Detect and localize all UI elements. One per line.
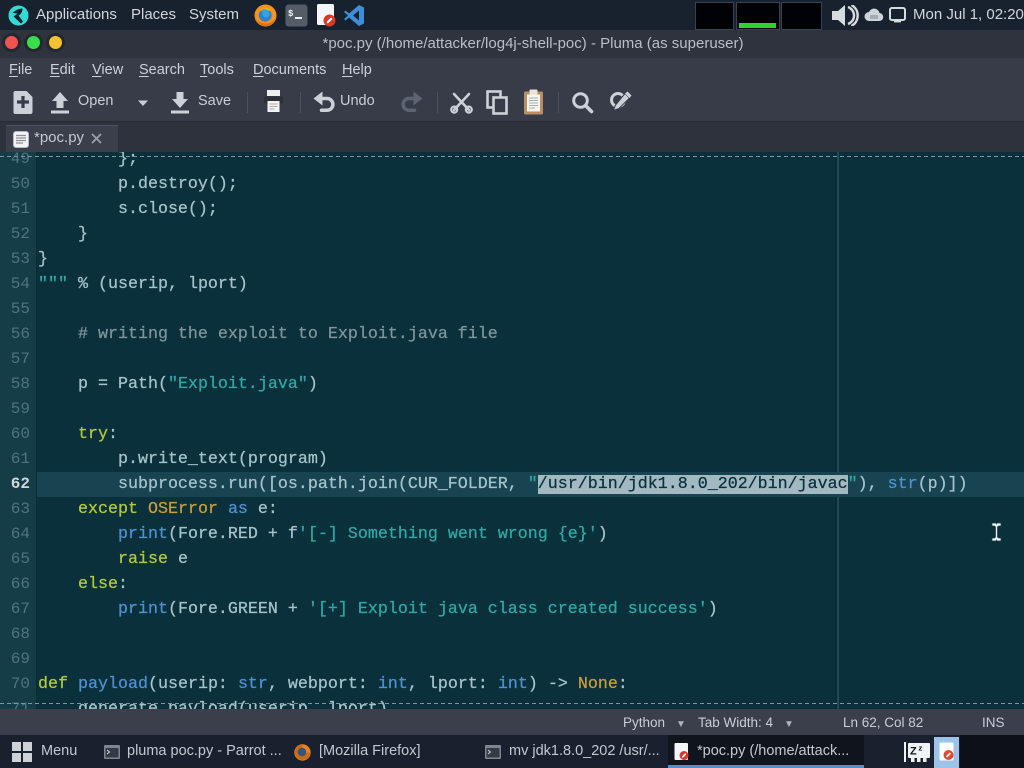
svg-text:Z: Z — [910, 746, 917, 758]
svg-text:z: z — [919, 744, 923, 753]
svg-text:$: $ — [288, 9, 294, 19]
